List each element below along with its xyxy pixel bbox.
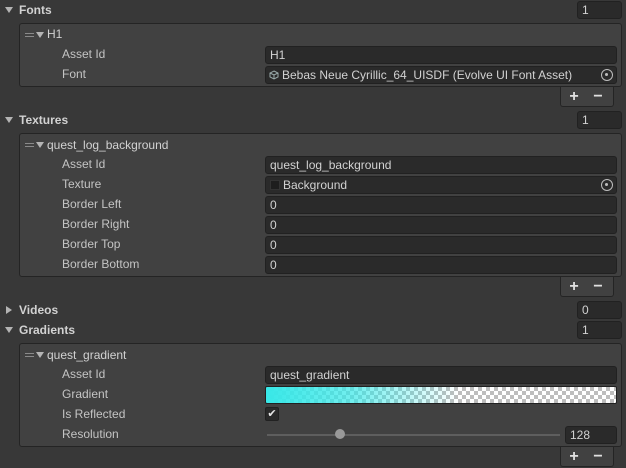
videos-foldout-arrow-icon[interactable] <box>6 306 12 314</box>
border-top-label: Border Top <box>62 237 121 251</box>
gradient-label: Gradient <box>62 387 109 401</box>
checkmark-icon: ✔ <box>267 408 277 420</box>
gradients-remove-button[interactable]: − <box>587 447 609 467</box>
font-object-value: Bebas Neue Cyrillic_64_UISDF (Evolve UI … <box>282 68 573 82</box>
fonts-section-header[interactable]: Fonts <box>0 0 626 20</box>
is-reflected-checkbox[interactable]: ✔ <box>265 407 279 421</box>
element-name: quest_gradient <box>47 348 127 362</box>
gradients-count-field[interactable]: 1 <box>577 321 622 339</box>
texture-icon <box>270 179 280 190</box>
asset-id-field[interactable]: quest_log_background <box>265 156 617 174</box>
resolution-slider-thumb[interactable] <box>335 429 345 439</box>
element-foldout-arrow-icon[interactable] <box>36 32 44 38</box>
object-picker-icon[interactable] <box>601 179 613 191</box>
font-asset-icon <box>269 70 279 80</box>
gradients-section-title: Gradients <box>19 323 76 337</box>
textures-remove-button[interactable]: − <box>587 277 609 297</box>
gradients-section-header[interactable]: Gradients <box>0 320 626 340</box>
element-foldout-arrow-icon[interactable] <box>36 352 44 358</box>
fonts-section-title: Fonts <box>19 3 52 17</box>
videos-section-title: Videos <box>19 303 59 317</box>
asset-id-label: Asset Id <box>62 367 106 381</box>
font-object-field[interactable]: Bebas Neue Cyrillic_64_UISDF (Evolve UI … <box>265 66 617 84</box>
element-name: H1 <box>47 27 63 41</box>
fonts-element-h1[interactable]: H1 <box>20 24 620 44</box>
border-left-field[interactable]: 0 <box>265 196 617 214</box>
fonts-add-button[interactable]: + <box>563 87 585 107</box>
fonts-count-field[interactable]: 1 <box>577 1 622 19</box>
textures-foldout-arrow-icon[interactable] <box>5 117 13 123</box>
textures-element-quest-log-background[interactable]: quest_log_background <box>20 134 620 154</box>
textures-count-field[interactable]: 1 <box>577 111 622 129</box>
asset-id-field[interactable]: quest_gradient <box>265 366 617 384</box>
textures-add-button[interactable]: + <box>563 277 585 297</box>
gradients-foldout-arrow-icon[interactable] <box>5 327 13 333</box>
font-label: Font <box>62 67 87 81</box>
fonts-list-footer: + − <box>560 87 614 107</box>
drag-handle-icon[interactable] <box>25 142 34 148</box>
fonts-remove-button[interactable]: − <box>587 87 609 107</box>
resolution-label: Resolution <box>62 427 119 441</box>
drag-handle-icon[interactable] <box>25 32 34 38</box>
asset-id-label: Asset Id <box>62 157 106 171</box>
border-right-field[interactable]: 0 <box>265 216 617 234</box>
border-right-label: Border Right <box>62 217 130 231</box>
texture-label: Texture <box>62 177 102 191</box>
element-name: quest_log_background <box>47 138 169 152</box>
border-left-label: Border Left <box>62 197 122 211</box>
asset-id-field[interactable]: H1 <box>265 46 617 64</box>
fonts-foldout-arrow-icon[interactable] <box>5 7 13 13</box>
videos-count-field[interactable]: 0 <box>577 301 622 319</box>
gradient-field[interactable] <box>265 386 617 404</box>
textures-section-header[interactable]: Textures <box>0 110 626 130</box>
videos-section-header[interactable]: Videos <box>0 300 626 320</box>
texture-object-value: Background <box>283 178 348 192</box>
border-bottom-field[interactable]: 0 <box>265 256 617 274</box>
element-foldout-arrow-icon[interactable] <box>36 142 44 148</box>
border-bottom-label: Border Bottom <box>62 257 140 271</box>
resolution-slider-track[interactable] <box>267 434 560 436</box>
gradients-element-quest-gradient[interactable]: quest_gradient <box>20 344 620 364</box>
asset-id-label: Asset Id <box>62 47 106 61</box>
object-picker-icon[interactable] <box>601 69 613 81</box>
textures-list-footer: + − <box>560 277 614 297</box>
resolution-value-field[interactable]: 128 <box>565 426 617 444</box>
gradients-add-button[interactable]: + <box>563 447 585 467</box>
is-reflected-label: Is Reflected <box>62 407 126 421</box>
textures-section-title: Textures <box>19 113 69 127</box>
gradients-list-footer: + − <box>560 447 614 467</box>
drag-handle-icon[interactable] <box>25 352 34 358</box>
border-top-field[interactable]: 0 <box>265 236 617 254</box>
texture-object-field[interactable]: Background <box>265 176 617 194</box>
